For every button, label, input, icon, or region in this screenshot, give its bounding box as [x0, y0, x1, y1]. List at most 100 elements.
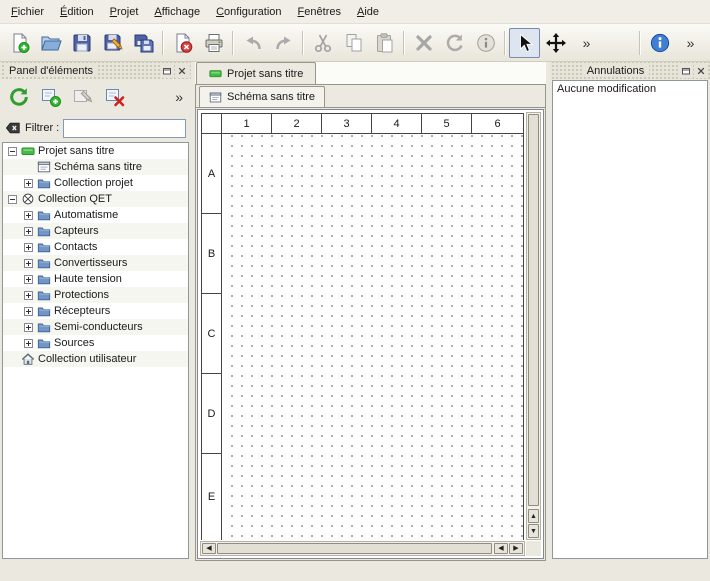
paste-button[interactable]: [369, 28, 400, 58]
menu-fichier[interactable]: Fichier: [3, 3, 52, 21]
copy-button[interactable]: [338, 28, 369, 58]
tree-item-automatisme[interactable]: Automatisme: [3, 207, 188, 223]
delete-element-button[interactable]: [99, 82, 131, 112]
expander-plus-icon[interactable]: [23, 210, 34, 221]
horizontal-scrollbar-thumb[interactable]: [217, 543, 492, 554]
undo-panel-titlebar: Annulations: [550, 62, 710, 79]
main-area: Panel d'éléments » Filtrer : Projet sans…: [0, 62, 710, 561]
dock-buttons: [160, 64, 189, 78]
menu-fenetres[interactable]: Fenêtres: [290, 3, 349, 21]
undo-button[interactable]: [237, 28, 268, 58]
save-button[interactable]: [66, 28, 97, 58]
toolbar-overflow-button[interactable]: »: [571, 28, 602, 58]
edit-element-button[interactable]: [67, 82, 99, 112]
tree-item-collection-qet[interactable]: Collection QET: [3, 191, 188, 207]
diagram-view[interactable]: 123456 ABCDE ▲ ▼ ◀ ◀ ▶: [197, 109, 544, 559]
column-label: 1: [222, 114, 272, 133]
cut-button[interactable]: [307, 28, 338, 58]
save-as-button[interactable]: [97, 28, 128, 58]
scroll-up-icon[interactable]: ▲: [528, 509, 539, 523]
tree-item-schema-sans-titre[interactable]: Schéma sans titre: [3, 159, 188, 175]
schema-icon: [37, 160, 51, 174]
reload-collections-button[interactable]: [3, 82, 35, 112]
expander-plus-icon[interactable]: [23, 306, 34, 317]
scroll-left-icon[interactable]: ◀: [202, 543, 216, 554]
expander-plus-icon[interactable]: [23, 322, 34, 333]
conductor-info-button[interactable]: [470, 28, 501, 58]
redo-button[interactable]: [268, 28, 299, 58]
horizontal-scrollbar[interactable]: ◀ ◀ ▶: [200, 541, 525, 556]
toolbar-separator: [639, 31, 641, 55]
home-icon: [21, 352, 35, 366]
tree-item-haute-tension[interactable]: Haute tension: [3, 271, 188, 287]
pan-mode-button[interactable]: [540, 28, 571, 58]
diagram-canvas[interactable]: [223, 135, 523, 540]
tree-item-collection-utilisateur[interactable]: Collection utilisateur: [3, 351, 188, 367]
tree-item-label: Collection QET: [38, 193, 112, 205]
tree-item-collection-projet[interactable]: Collection projet: [3, 175, 188, 191]
delete-button[interactable]: [408, 28, 439, 58]
expander-plus-icon[interactable]: [23, 338, 34, 349]
undo-list[interactable]: Aucune modification: [552, 80, 708, 559]
toolbar-separator: [162, 31, 164, 55]
menu-edition[interactable]: Édition: [52, 3, 102, 21]
tree-item-semi-conducteurs[interactable]: Semi-conducteurs: [3, 319, 188, 335]
tree-item-label: Protections: [54, 289, 109, 301]
new-element-button[interactable]: [35, 82, 67, 112]
column-label: 6: [472, 114, 523, 133]
filter-label: Filtrer :: [25, 122, 59, 134]
tree-item-convertisseurs[interactable]: Convertisseurs: [3, 255, 188, 271]
float-dock-icon[interactable]: [160, 64, 174, 78]
expander-plus-icon[interactable]: [23, 274, 34, 285]
clear-filter-icon[interactable]: [5, 121, 21, 135]
close-file-button[interactable]: [167, 28, 198, 58]
menu-affichage[interactable]: Affichage: [146, 3, 208, 21]
folder-icon: [37, 176, 51, 190]
panel-toolbar-overflow-button[interactable]: »: [170, 90, 188, 105]
vertical-scrollbar-thumb[interactable]: [528, 114, 539, 506]
select-mode-button[interactable]: [509, 28, 540, 58]
tree-item-recepteurs[interactable]: Récepteurs: [3, 303, 188, 319]
expander-minus-icon[interactable]: [7, 194, 18, 205]
scroll-right-icon[interactable]: ▶: [509, 543, 523, 554]
elements-panel-title: Panel d'éléments: [4, 65, 98, 77]
vertical-scrollbar[interactable]: ▲ ▼: [526, 112, 541, 540]
save-all-button[interactable]: [128, 28, 159, 58]
menubar: FichierÉditionProjetAffichageConfigurati…: [0, 0, 710, 24]
column-ruler: 123456: [222, 114, 523, 134]
toolbar-overflow-right-button[interactable]: »: [675, 28, 706, 58]
expander-plus-icon[interactable]: [23, 290, 34, 301]
open-file-button[interactable]: [35, 28, 66, 58]
print-button[interactable]: [198, 28, 229, 58]
expander-plus-icon[interactable]: [23, 258, 34, 269]
close-dock-icon[interactable]: [175, 64, 189, 78]
filter-input[interactable]: [63, 119, 186, 138]
close-dock-icon[interactable]: [694, 64, 708, 78]
tree-item-capteurs[interactable]: Capteurs: [3, 223, 188, 239]
rotate-button[interactable]: [439, 28, 470, 58]
new-file-button[interactable]: [4, 28, 35, 58]
expander-plus-icon[interactable]: [23, 226, 34, 237]
tab-schema[interactable]: Schéma sans titre: [199, 86, 325, 107]
row-label: A: [202, 134, 221, 214]
tree-item-projet-sans-titre[interactable]: Projet sans titre: [3, 143, 188, 159]
tab-project[interactable]: Projet sans titre: [196, 62, 316, 84]
toolbar-separator: [232, 31, 234, 55]
folder-icon: [37, 208, 51, 222]
scroll-left-end-icon[interactable]: ◀: [494, 543, 508, 554]
schema-tab-label: Schéma sans titre: [227, 91, 315, 103]
row-ruler: ABCDE: [202, 134, 222, 540]
menu-aide[interactable]: Aide: [349, 3, 387, 21]
menu-projet[interactable]: Projet: [102, 3, 147, 21]
tree-item-sources[interactable]: Sources: [3, 335, 188, 351]
menu-configuration[interactable]: Configuration: [208, 3, 289, 21]
float-dock-icon[interactable]: [679, 64, 693, 78]
about-button[interactable]: [644, 28, 675, 58]
expander-plus-icon[interactable]: [23, 242, 34, 253]
expander-plus-icon[interactable]: [23, 178, 34, 189]
scroll-down-icon[interactable]: ▼: [528, 524, 539, 538]
tree-item-contacts[interactable]: Contacts: [3, 239, 188, 255]
status-area: [0, 561, 710, 581]
expander-minus-icon[interactable]: [7, 146, 18, 157]
tree-item-protections[interactable]: Protections: [3, 287, 188, 303]
